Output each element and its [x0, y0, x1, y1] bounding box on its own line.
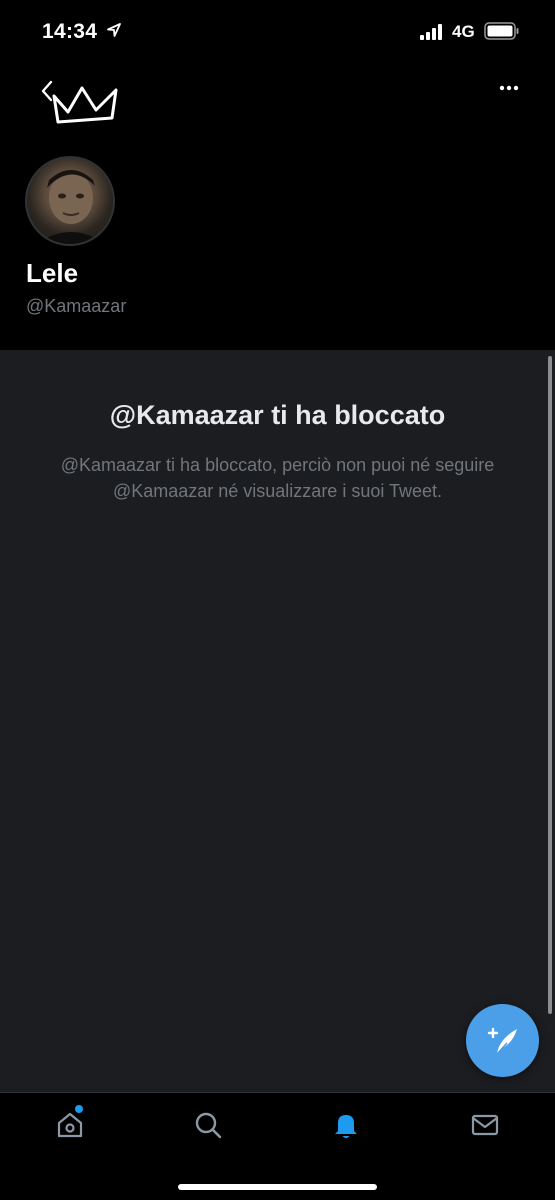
network-type: 4G	[452, 22, 475, 41]
scrollbar[interactable]	[548, 356, 552, 1014]
blocked-message: @Kamaazar ti ha bloccato, perciò non puo…	[60, 455, 495, 501]
back-button[interactable]	[34, 76, 64, 106]
home-indicator-bar[interactable]	[178, 1184, 377, 1190]
blocked-title: @Kamaazar ti ha bloccato	[109, 400, 446, 430]
more-options-button[interactable]	[492, 78, 526, 98]
profile-handle: @Kamaazar	[26, 296, 127, 316]
profile-header: Lele @Kamaazar	[0, 60, 555, 350]
battery-icon	[484, 22, 519, 40]
status-bar: 14:34 4G	[0, 0, 555, 60]
cellular-signal-icon	[420, 24, 442, 40]
profile-avatar[interactable]	[25, 156, 115, 246]
bottom-tab-bar	[0, 1092, 555, 1200]
tab-messages-mail-icon[interactable]	[469, 1109, 501, 1141]
avatar-photo	[37, 170, 105, 244]
status-time: 14:34	[42, 20, 98, 43]
tab-search-icon[interactable]	[192, 1109, 224, 1141]
blocked-notice-panel: @Kamaazar ti ha bloccato @Kamaazar ti ha…	[0, 350, 555, 1092]
tab-notifications-bell-icon[interactable]	[330, 1109, 362, 1141]
profile-display-name: Lele	[26, 258, 79, 288]
home-new-indicator	[75, 1105, 83, 1113]
location-arrow-icon	[107, 23, 121, 37]
compose-tweet-button[interactable]	[466, 1004, 539, 1077]
tab-home-icon[interactable]	[54, 1109, 86, 1141]
compose-tweet-icon	[487, 1027, 517, 1055]
